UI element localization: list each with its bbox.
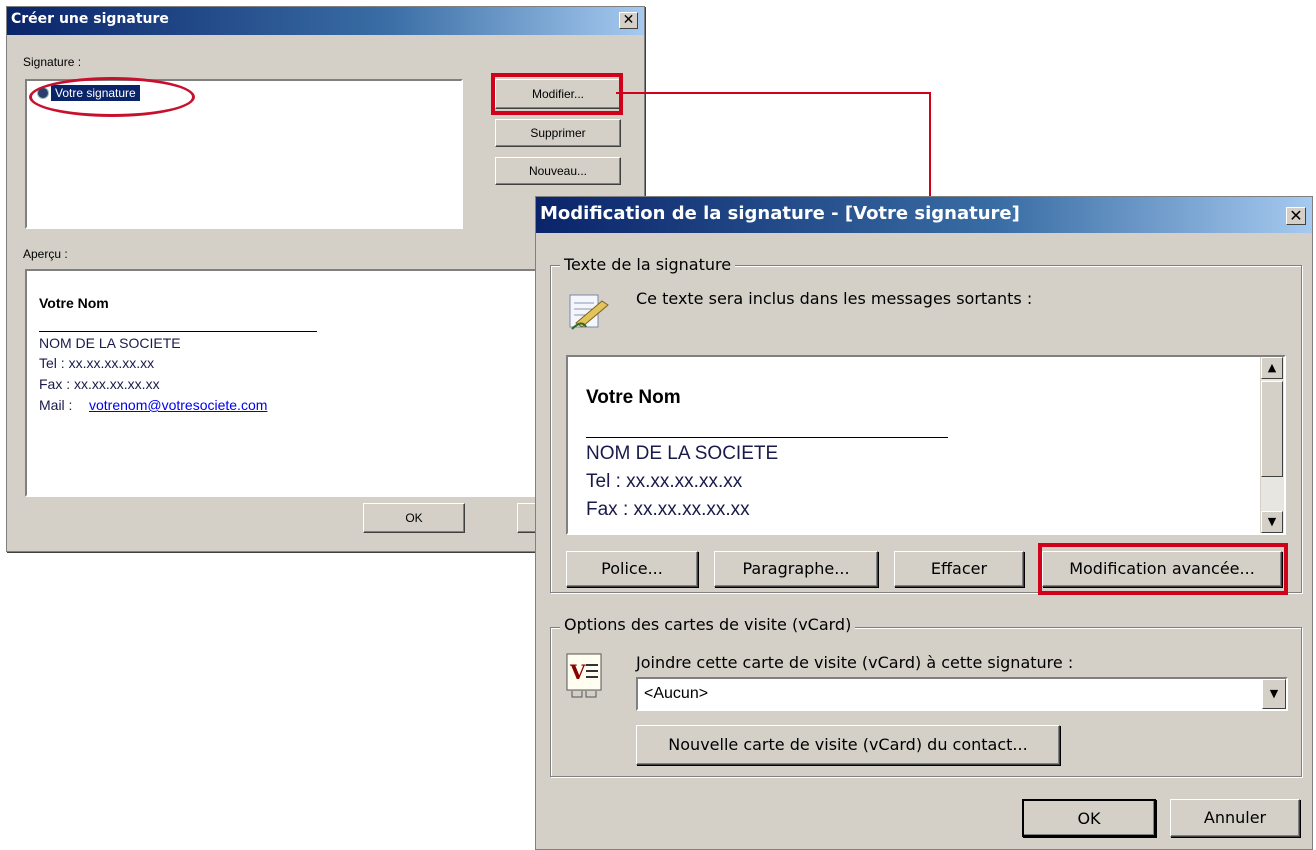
vcard-group-label: Options des cartes de visite (vCard) xyxy=(560,615,856,634)
connector-line-vertical xyxy=(929,92,931,198)
new-button[interactable]: Nouveau... xyxy=(495,157,621,185)
signature-edit-icon xyxy=(569,294,609,330)
scroll-down-icon[interactable]: ▼ xyxy=(1261,511,1283,533)
scroll-thumb[interactable] xyxy=(1261,381,1283,477)
vcard-select-value: <Aucun> xyxy=(644,685,709,702)
title-bar: Modification de la signature - [Votre si… xyxy=(536,197,1312,233)
ok-button[interactable]: OK xyxy=(363,503,465,533)
signature-text-group-label: Texte de la signature xyxy=(560,255,736,274)
scroll-up-icon[interactable]: ▲ xyxy=(1261,357,1283,379)
close-icon[interactable]: ✕ xyxy=(619,12,638,29)
chevron-down-icon[interactable]: ▼ xyxy=(1262,679,1286,709)
preview-tel: Tel : xx.xx.xx.xx.xx xyxy=(39,355,155,371)
delete-button[interactable]: Supprimer xyxy=(495,119,621,147)
dialog-title: Modification de la signature - [Votre si… xyxy=(540,203,1020,224)
vcard-icon: V xyxy=(566,653,602,698)
new-vcard-button[interactable]: Nouvelle carte de visite (vCard) du cont… xyxy=(636,725,1060,765)
editor-fax: Fax : xx.xx.xx.xx.xx xyxy=(586,499,750,520)
editor-name: Votre Nom xyxy=(586,387,681,408)
signature-label: Signature : xyxy=(23,55,82,69)
connector-line xyxy=(616,92,930,94)
highlight-box-modify xyxy=(491,73,623,115)
preview-fax: Fax : xx.xx.xx.xx.xx xyxy=(39,376,160,392)
highlight-box-advanced xyxy=(1038,543,1288,595)
preview-divider xyxy=(39,331,317,332)
edit-signature-dialog: Modification de la signature - [Votre si… xyxy=(535,196,1313,850)
signature-text-description: Ce texte sera inclus dans les messages s… xyxy=(636,289,1033,308)
font-button[interactable]: Police... xyxy=(566,551,698,587)
preview-mail-link[interactable]: votrenom@votresociete.com xyxy=(89,397,267,413)
ok-button[interactable]: OK xyxy=(1022,799,1156,837)
highlight-oval xyxy=(29,77,195,117)
editor-tel: Tel : xx.xx.xx.xx.xx xyxy=(586,471,743,492)
preview-name: Votre Nom xyxy=(39,295,109,311)
preview-label: Aperçu : xyxy=(23,247,68,261)
editor-company: NOM DE LA SOCIETE xyxy=(586,443,779,464)
dialog-title: Créer une signature xyxy=(11,11,169,27)
paragraph-button[interactable]: Paragraphe... xyxy=(714,551,878,587)
signature-text-editor[interactable]: Votre Nom NOM DE LA SOCIETE Tel : xx.xx.… xyxy=(566,355,1286,535)
editor-scrollbar[interactable]: ▲ ▼ xyxy=(1260,357,1284,533)
close-icon[interactable]: ✕ xyxy=(1286,207,1306,225)
svg-text:V: V xyxy=(569,660,586,684)
vcard-select[interactable]: <Aucun> ▼ xyxy=(636,677,1288,711)
title-bar: Créer une signature ✕ xyxy=(7,7,644,35)
preview-company: NOM DE LA SOCIETE xyxy=(39,335,181,351)
clear-button[interactable]: Effacer xyxy=(894,551,1024,587)
editor-divider xyxy=(586,437,948,438)
cancel-button[interactable]: Annuler xyxy=(1170,799,1300,837)
preview-mail-prefix: Mail : xyxy=(39,397,73,413)
vcard-attach-label: Joindre cette carte de visite (vCard) à … xyxy=(636,653,1074,672)
